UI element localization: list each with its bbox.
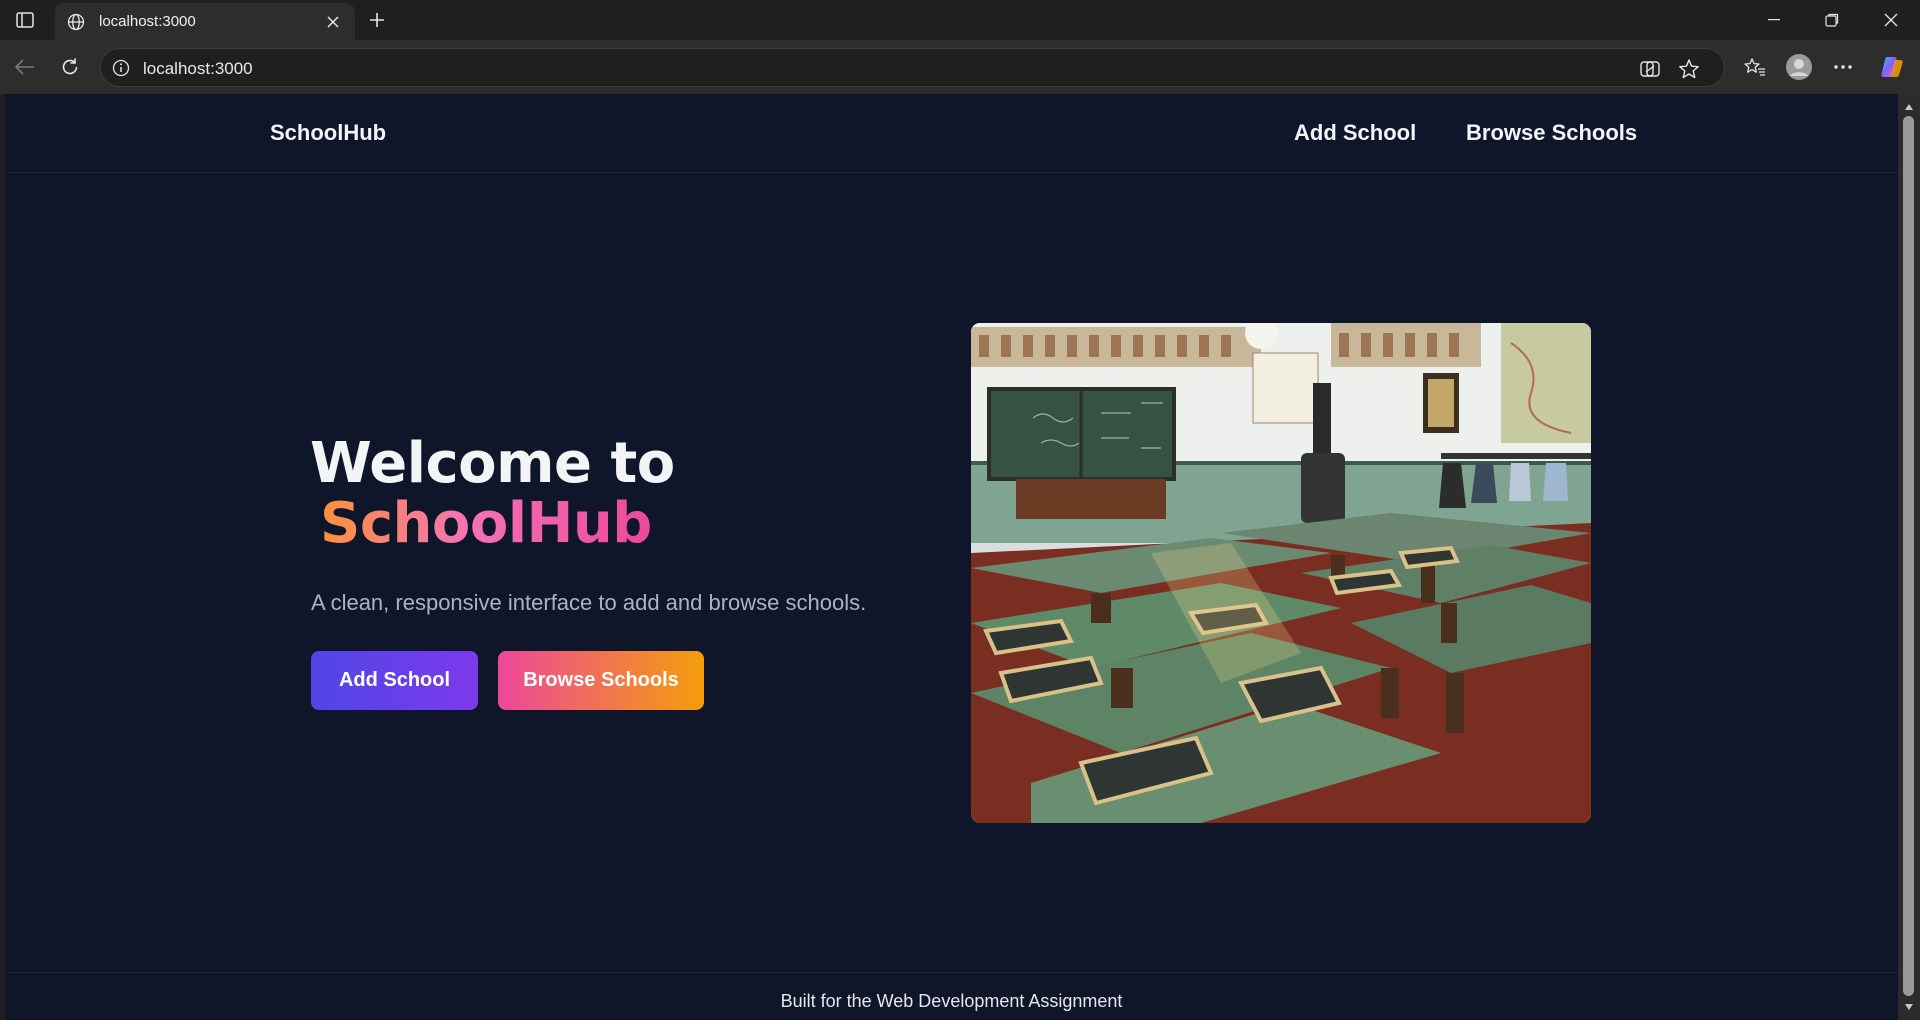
close-window-icon[interactable]: [1862, 0, 1920, 40]
site-footer: Built for the Web Development Assignment: [5, 972, 1898, 1020]
browser-tab[interactable]: localhost:3000: [55, 3, 355, 40]
browse-schools-button[interactable]: Browse Schools: [498, 651, 704, 710]
tab-actions-icon[interactable]: [12, 8, 38, 32]
brand-logo-text[interactable]: SchoolHub: [270, 120, 386, 146]
minimize-icon[interactable]: [1745, 0, 1803, 40]
close-tab-icon[interactable]: [321, 10, 345, 34]
page-scrollbar[interactable]: [1898, 94, 1920, 1020]
back-icon[interactable]: [8, 50, 42, 84]
browser-toolbar: localhost:3000: [0, 40, 1920, 94]
globe-icon: [65, 11, 87, 33]
more-menu-icon[interactable]: [1826, 50, 1860, 84]
scrollbar-thumb[interactable]: [1903, 116, 1914, 996]
hero-title: Welcome to SchoolHub: [310, 434, 675, 554]
restore-icon[interactable]: [1803, 0, 1861, 40]
hero-subtitle: A clean, responsive interface to add and…: [311, 590, 867, 615]
add-school-button[interactable]: Add School: [311, 651, 478, 710]
classroom-illustration: [971, 323, 1591, 823]
url-text[interactable]: localhost:3000: [143, 59, 253, 79]
scroll-down-arrow-icon[interactable]: [1902, 1000, 1916, 1014]
nav-add-school-link[interactable]: Add School: [1294, 120, 1416, 146]
copilot-icon[interactable]: [1875, 50, 1909, 84]
site-navbar: SchoolHub Add School Browse Schools: [5, 94, 1898, 173]
site-info-icon[interactable]: [109, 56, 133, 80]
profile-avatar-icon[interactable]: [1782, 50, 1816, 84]
scroll-up-arrow-icon[interactable]: [1902, 100, 1916, 114]
hero-classroom-image: [971, 323, 1591, 823]
hero-title-line1: Welcome to: [310, 431, 675, 496]
address-bar[interactable]: localhost:3000: [100, 48, 1725, 87]
tab-title: localhost:3000: [99, 13, 196, 30]
footer-text: Built for the Web Development Assignment: [780, 991, 1123, 1011]
reload-icon[interactable]: [53, 50, 87, 84]
hero-title-highlight: SchoolHub: [320, 491, 652, 556]
reading-mode-icon[interactable]: [1637, 56, 1663, 82]
favorite-star-icon[interactable]: [1676, 56, 1702, 82]
browser-titlebar: localhost:3000: [0, 0, 1920, 40]
favorites-icon[interactable]: [1738, 50, 1772, 84]
new-tab-icon[interactable]: [364, 7, 390, 33]
page-viewport: SchoolHub Add School Browse Schools Welc…: [5, 94, 1898, 1020]
nav-browse-schools-link[interactable]: Browse Schools: [1466, 120, 1637, 146]
